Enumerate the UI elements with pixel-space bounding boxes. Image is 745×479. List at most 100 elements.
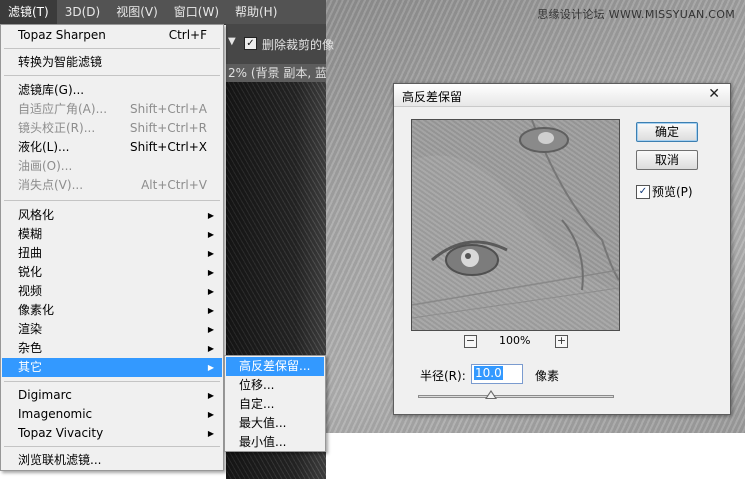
menu-separator [4,200,220,201]
menu-item-oil-paint[interactable]: 油画(O)... [2,157,222,176]
menu-item-liquify[interactable]: 液化(L)... Shift+Ctrl+X [2,138,222,157]
menu-help[interactable]: 帮助(H) [227,0,285,24]
menu-item-label: Digimarc [18,388,72,402]
preview-image [412,120,619,330]
menu-3d[interactable]: 3D(D) [57,0,108,24]
menu-item-label: 渲染 [18,322,43,336]
menu-item-sharpen[interactable]: 锐化 ▶ [2,263,222,282]
dialog-titlebar[interactable]: 高反差保留 ✕ [394,84,730,107]
menu-separator [4,48,220,49]
menu-item-label: Topaz Vivacity [18,426,104,440]
menu-item-noise[interactable]: 杂色 ▶ [2,339,222,358]
submenu-arrow-icon: ▶ [207,268,214,277]
zoom-level: 100% [499,334,531,347]
ok-button[interactable]: 确定 [636,122,698,142]
menu-item-label: 消失点(V)... [18,178,84,192]
chevron-down-icon[interactable]: ▼ [228,36,236,47]
menu-item-shortcut: Shift+Ctrl+A [130,102,207,116]
menu-item-label: 锐化 [18,265,43,279]
cancel-button[interactable]: 取消 [636,150,698,170]
high-pass-dialog: 高反差保留 ✕ − 100% + 确定 取消 ✓ 预览(P) 半径(R): 10… [393,83,731,415]
menu-item-imagenomic[interactable]: Imagenomic ▶ [2,405,222,424]
filter-menu: Topaz Sharpen Ctrl+F 转换为智能滤镜 滤镜库(G)... 自… [0,24,224,471]
submenu-item-minimum[interactable]: 最小值... [226,433,324,452]
radius-value: 10.0 [474,366,503,380]
zoom-in-button[interactable]: + [555,335,568,348]
menu-item-shortcut: Ctrl+F [168,28,207,42]
empty-area [326,433,745,479]
document-tab[interactable]: 2% (背景 副本, 蓝 [226,64,326,82]
menu-item-topaz-vivacity[interactable]: Topaz Vivacity ▶ [2,424,222,443]
menu-bar: 滤镜(T) 3D(D) 视图(V) 窗口(W) 帮助(H) [0,0,326,25]
zoom-out-button[interactable]: − [464,335,477,348]
menu-separator [4,75,220,76]
menu-item-label: 滤镜库(G)... [18,83,85,97]
menu-item-convert-smart-filter[interactable]: 转换为智能滤镜 [2,53,222,72]
menu-item-video[interactable]: 视频 ▶ [2,282,222,301]
submenu-arrow-icon: ▶ [207,429,214,438]
preview-label: 预览(P) [652,185,693,199]
menu-separator [4,381,220,382]
menu-item-shortcut: Shift+Ctrl+X [130,140,207,154]
menu-separator [4,446,220,447]
submenu-arrow-icon: ▶ [207,410,214,419]
menu-item-other[interactable]: 其它 ▶ [2,358,222,377]
menu-item-label: 液化(L)... [18,140,70,154]
menu-item-digimarc[interactable]: Digimarc ▶ [2,386,222,405]
menu-item-label: 镜头校正(R)... [18,121,96,135]
menu-item-label: Topaz Sharpen [18,28,106,42]
menu-item-adaptive-wide-angle[interactable]: 自适应广角(A)... Shift+Ctrl+A [2,100,222,119]
menu-item-label: 风格化 [18,208,55,222]
radius-input[interactable]: 10.0 [471,364,523,384]
menu-item-filter-gallery[interactable]: 滤镜库(G)... [2,81,222,100]
menu-item-distort[interactable]: 扭曲 ▶ [2,244,222,263]
menu-window[interactable]: 窗口(W) [166,0,227,24]
menu-item-lens-correction[interactable]: 镜头校正(R)... Shift+Ctrl+R [2,119,222,138]
submenu-arrow-icon: ▶ [207,306,214,315]
watermark: 思缘设计论坛 WWW.MISSYUAN.COM [537,8,735,21]
submenu-arrow-icon: ▶ [207,211,214,220]
menu-item-vanishing-point[interactable]: 消失点(V)... Alt+Ctrl+V [2,176,222,195]
menu-item-pixelate[interactable]: 像素化 ▶ [2,301,222,320]
menu-item-label: 像素化 [18,303,55,317]
menu-item-browse-online-filters[interactable]: 浏览联机滤镜... [2,451,222,470]
radius-unit: 像素 [535,369,560,383]
dialog-title: 高反差保留 [402,90,463,104]
radius-slider-thumb[interactable] [484,390,497,399]
submenu-item-high-pass[interactable]: 高反差保留... [226,357,324,376]
submenu-item-custom[interactable]: 自定... [226,395,324,414]
menu-item-label: 模糊 [18,227,43,241]
preview-checkbox[interactable]: ✓ [636,185,650,199]
menu-item-label: 扭曲 [18,246,43,260]
options-bar: ▼ ✓ 删除裁剪的像 [226,24,334,65]
menu-item-render[interactable]: 渲染 ▶ [2,320,222,339]
submenu-arrow-icon: ▶ [207,391,214,400]
menu-item-label: 视频 [18,284,43,298]
radius-slider-track[interactable] [418,395,614,398]
close-icon[interactable]: ✕ [708,86,720,102]
menu-item-label: 转换为智能滤镜 [18,55,103,69]
menu-item-label: 油画(O)... [18,159,73,173]
delete-cropped-label: 删除裁剪的像 [262,38,335,52]
menu-item-shortcut: Shift+Ctrl+R [129,121,207,135]
other-submenu: 高反差保留... 位移... 自定... 最大值... 最小值... [224,355,326,452]
radius-label: 半径(R): [420,369,466,383]
menu-item-topaz-sharpen[interactable]: Topaz Sharpen Ctrl+F [2,26,222,45]
menu-item-shortcut: Alt+Ctrl+V [141,178,207,192]
submenu-arrow-icon: ▶ [207,363,214,372]
menu-view[interactable]: 视图(V) [108,0,166,24]
menu-item-stylize[interactable]: 风格化 ▶ [2,206,222,225]
submenu-arrow-icon: ▶ [207,325,214,334]
submenu-item-maximum[interactable]: 最大值... [226,414,324,433]
submenu-item-offset[interactable]: 位移... [226,376,324,395]
menu-item-label: 杂色 [18,341,43,355]
menu-item-label: 自适应广角(A)... [18,102,108,116]
menu-filter[interactable]: 滤镜(T) [0,0,57,24]
menu-item-label: Imagenomic [18,407,93,421]
submenu-arrow-icon: ▶ [207,230,214,239]
menu-item-blur[interactable]: 模糊 ▶ [2,225,222,244]
menu-item-label: 浏览联机滤镜... [18,453,102,467]
submenu-arrow-icon: ▶ [207,249,214,258]
filter-preview[interactable] [411,119,620,331]
delete-cropped-checkbox[interactable]: ✓ [244,37,257,50]
